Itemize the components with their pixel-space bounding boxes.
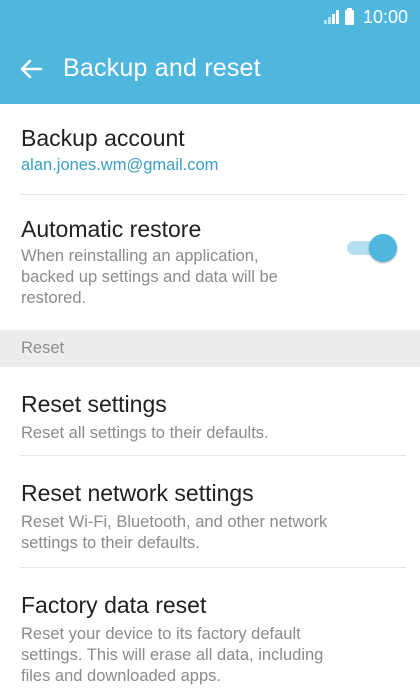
section-header-reset: Reset (0, 330, 420, 367)
factory-data-reset-subtitle: Reset your device to its factory default… (21, 625, 324, 685)
backup-account-email: alan.jones.wm@gmail.com (21, 156, 219, 174)
automatic-restore-subtitle: When reinstalling an application, backed… (21, 247, 278, 307)
backup-account-title: Backup account (21, 125, 185, 151)
arrow-back-icon[interactable] (16, 54, 46, 84)
battery-icon (344, 7, 354, 25)
factory-data-reset-title: Factory data reset (21, 592, 207, 618)
status-bar: 10:00 (0, 0, 420, 34)
status-icons: 10:00 (323, 6, 408, 28)
signal-bars-icon (323, 10, 339, 24)
backup-account-item[interactable]: Backup account alan.jones.wm@gmail.com (0, 104, 420, 194)
reset-network-settings-item[interactable]: Reset network settings Reset Wi-Fi, Blue… (0, 456, 420, 567)
reset-settings-title: Reset settings (21, 391, 167, 417)
reset-network-settings-title: Reset network settings (21, 480, 254, 506)
automatic-restore-content[interactable]: Automatic restore When reinstalling an a… (0, 195, 420, 330)
automatic-restore-title: Automatic restore (21, 216, 202, 242)
page-title: Backup and reset (63, 54, 261, 82)
reset-network-settings-subtitle: Reset Wi-Fi, Bluetooth, and other networ… (21, 513, 328, 552)
factory-data-reset-item[interactable]: Factory data reset Reset your device to … (0, 568, 420, 698)
toggle-thumb (369, 234, 397, 262)
app-bar: Backup and reset (0, 34, 420, 104)
reset-settings-subtitle: Reset all settings to their defaults. (21, 424, 269, 442)
status-time: 10:00 (362, 6, 408, 27)
settings-list: Backup account alan.jones.wm@gmail.com R… (0, 104, 420, 698)
automatic-restore-toggle[interactable] (345, 232, 397, 262)
reset-settings-item[interactable]: Reset settings Reset all settings to the… (0, 367, 420, 455)
